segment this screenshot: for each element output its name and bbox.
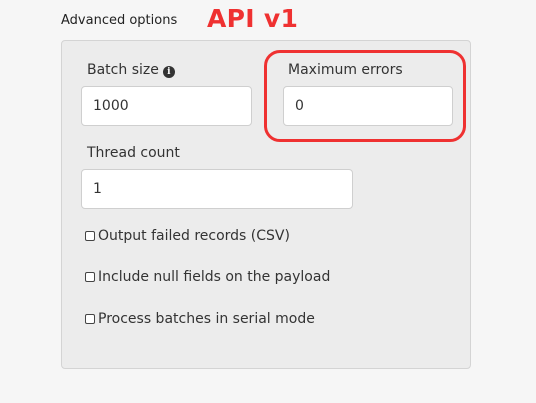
batch-size-label: Batch size bbox=[87, 62, 159, 78]
checkbox-process-serial-mode[interactable]: Process batches in serial mode bbox=[85, 311, 315, 327]
checkbox-icon[interactable] bbox=[85, 314, 95, 324]
checkbox-include-null-fields[interactable]: Include null fields on the payload bbox=[85, 269, 330, 285]
thread-count-input[interactable]: 1 bbox=[81, 169, 353, 209]
info-icon[interactable]: i bbox=[162, 66, 175, 78]
batch-size-label-group: Batch size i bbox=[87, 62, 175, 78]
batch-size-input[interactable]: 1000 bbox=[81, 86, 252, 126]
checkbox-label: Include null fields on the payload bbox=[98, 269, 331, 285]
annotation-label: API v1 bbox=[207, 4, 299, 33]
checkbox-label: Output failed records (CSV) bbox=[98, 228, 290, 244]
checkbox-output-failed-records[interactable]: Output failed records (CSV) bbox=[85, 228, 290, 244]
highlight-annotation bbox=[264, 50, 466, 142]
checkbox-label: Process batches in serial mode bbox=[98, 311, 315, 327]
checkbox-icon[interactable] bbox=[85, 272, 95, 282]
section-title: Advanced options bbox=[61, 13, 178, 28]
thread-count-label: Thread count bbox=[87, 145, 180, 161]
checkbox-icon[interactable] bbox=[85, 231, 95, 241]
